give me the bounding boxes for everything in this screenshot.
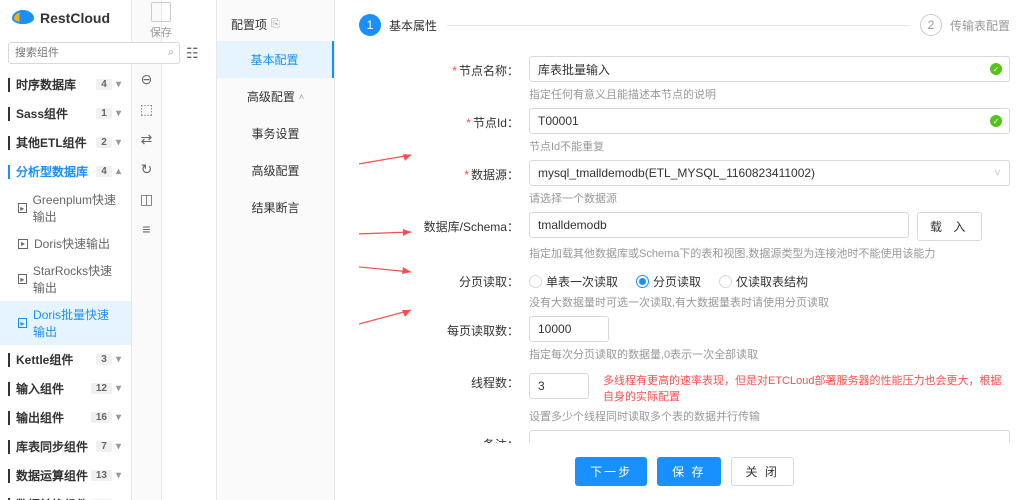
hint-threads: 设置多少个线程同时读取多个表的数据并行传输 <box>529 408 1010 424</box>
select-icon[interactable]: ◫ <box>138 190 156 208</box>
left-sidebar: RestCloud ⌕ ☷ 时序数据库4▾Sass组件1▾其他ETL组件2▾分析… <box>0 0 132 500</box>
config-tab-advanced[interactable]: 高级配置˄ <box>217 78 334 115</box>
step-connector <box>447 25 910 26</box>
input-remark[interactable] <box>529 430 1010 443</box>
radio-single[interactable]: 单表一次读取 <box>529 273 618 290</box>
brand-text: RestCloud <box>40 10 110 26</box>
label-threads: 线程数 <box>471 376 507 390</box>
nav-group[interactable]: 输出组件16▾ <box>0 403 131 432</box>
chevron-down-icon: ˅ <box>994 166 1001 180</box>
component-nav: 时序数据库4▾Sass组件1▾其他ETL组件2▾分析型数据库4▴▸Greenpl… <box>0 70 131 500</box>
check-icon: ✓ <box>990 63 1002 75</box>
input-node-id[interactable] <box>529 108 1010 134</box>
label-paging: 分页读取 <box>459 275 507 289</box>
input-page-size[interactable] <box>529 316 609 342</box>
select-datasource[interactable]: mysql_tmalldemodb(ETL_MYSQL_116082341100… <box>529 160 1010 186</box>
label-datasource: 数据源 <box>471 168 507 182</box>
config-sidebar: 配置项 ⎘ 基本配置 高级配置˄ 事务设置 高级配置 结果断言 <box>217 0 335 500</box>
save-label: 保存 <box>150 24 172 40</box>
step-1[interactable]: 1 基本属性 <box>359 14 437 36</box>
hint-datasource: 请选择一个数据源 <box>529 190 1010 206</box>
nav-subitem[interactable]: ▸Greenplum快速输出 <box>0 186 131 230</box>
warn-threads: 多线程有更高的速率表现，但是对ETCLoud部署服务器的性能压力也会更大，根据自… <box>603 372 1010 404</box>
close-button[interactable]: 关 闭 <box>731 457 794 486</box>
radio-schema-only[interactable]: 仅读取表结构 <box>719 273 808 290</box>
nav-subitem[interactable]: ▸StarRocks快速输出 <box>0 257 131 301</box>
save-button[interactable]: 保 存 <box>657 457 720 486</box>
input-schema[interactable] <box>529 212 909 238</box>
nav-group[interactable]: Kettle组件3▾ <box>0 345 131 374</box>
nav-group[interactable]: 时序数据库4▾ <box>0 70 131 99</box>
nav-subitem[interactable]: ▸Doris批量快速输出 <box>0 301 131 345</box>
hint-schema: 指定加载其他数据库或Schema下的表和视图,数据源类型为连接池时不能使用该能力 <box>529 245 1010 261</box>
zoom-out-icon[interactable]: ⊖ <box>138 70 156 88</box>
logo: RestCloud <box>0 0 131 36</box>
copy-icon[interactable]: ⎘ <box>271 18 280 31</box>
nav-group[interactable]: 库表同步组件7▾ <box>0 432 131 461</box>
config-title: 配置项 ⎘ <box>217 8 334 41</box>
nav-group[interactable]: 输入组件12▾ <box>0 374 131 403</box>
label-page-size: 每页读取数 <box>447 324 507 338</box>
label-node-id: 节点Id <box>473 116 507 130</box>
config-tab-transaction[interactable]: 事务设置 <box>217 115 334 152</box>
canvas-toolbar: ⊕ ⊖ ⬚ ⇄ ↻ ◫ ≡ <box>132 0 162 500</box>
save-area[interactable]: 保存 <box>150 2 172 40</box>
nav-group[interactable]: 其他ETL组件2▾ <box>0 128 131 157</box>
nav-group[interactable]: 数据转换组件19▾ <box>0 490 131 500</box>
input-node-name[interactable] <box>529 56 1010 82</box>
nav-group[interactable]: Sass组件1▾ <box>0 99 131 128</box>
list-toggle-icon[interactable]: ☷ <box>186 45 199 62</box>
search-icon[interactable]: ⌕ <box>168 47 174 60</box>
hint-node-name: 指定任何有意义且能描述本节点的说明 <box>529 86 1010 102</box>
fit-icon[interactable]: ⬚ <box>138 100 156 118</box>
config-tab-advanced2[interactable]: 高级配置 <box>217 152 334 189</box>
config-main: 1 基本属性 2 传输表配置 *节点名称： ✓ 指定任何有意义且能描述本节点的说… <box>335 0 1034 500</box>
hint-page-size: 指定每次分页读取的数据量,0表示一次全部读取 <box>529 346 969 362</box>
config-modal: 配置项 ⎘ 基本配置 高级配置˄ 事务设置 高级配置 结果断言 1 基本属性 2… <box>216 0 1034 500</box>
nav-group[interactable]: 数据运算组件13▾ <box>0 461 131 490</box>
logo-icon <box>12 10 34 26</box>
shuffle-icon[interactable]: ⇄ <box>138 130 156 148</box>
config-tab-basic[interactable]: 基本配置 <box>217 41 334 78</box>
hint-node-id: 节点Id不能重复 <box>529 138 1010 154</box>
label-remark: 备注 <box>483 438 507 443</box>
hint-paging: 没有大数据量时可选一次读取,有大数据量表时请使用分页读取 <box>529 294 1010 310</box>
radio-paged[interactable]: 分页读取 <box>636 273 701 290</box>
save-icon <box>151 2 171 22</box>
search-input[interactable] <box>8 42 180 64</box>
redo-icon[interactable]: ↻ <box>138 160 156 178</box>
form: *节点名称： ✓ 指定任何有意义且能描述本节点的说明 *节点Id： ✓ 节点Id… <box>359 56 1010 443</box>
next-button[interactable]: 下一步 <box>575 457 647 486</box>
chevron-up-icon: ˄ <box>299 92 304 102</box>
load-button[interactable]: 载 入 <box>917 212 982 241</box>
modal-footer: 下一步 保 存 关 闭 <box>359 443 1010 500</box>
settings-icon[interactable]: ≡ <box>138 220 156 238</box>
label-schema: 数据库/Schema <box>424 220 507 234</box>
nav-subitem[interactable]: ▸Doris快速输出 <box>0 230 131 257</box>
label-node-name: 节点名称 <box>459 64 507 78</box>
input-threads[interactable] <box>529 373 589 399</box>
check-icon: ✓ <box>990 115 1002 127</box>
steps: 1 基本属性 2 传输表配置 <box>359 14 1010 36</box>
config-tab-assert[interactable]: 结果断言 <box>217 189 334 226</box>
nav-group[interactable]: 分析型数据库4▴ <box>0 157 131 186</box>
step-2[interactable]: 2 传输表配置 <box>920 14 1010 36</box>
